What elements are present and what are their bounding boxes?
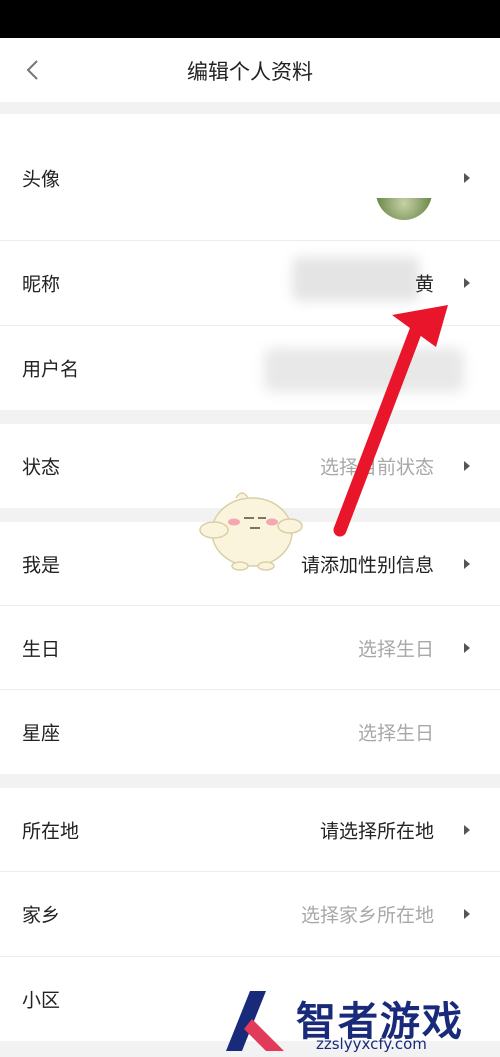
page-title: 编辑个人资料 — [187, 60, 313, 84]
nav-bar: 编辑个人资料 — [0, 38, 500, 102]
birthday-label: 生日 — [22, 638, 61, 660]
zodiac-label: 星座 — [22, 722, 61, 745]
gender-value: 请添加性别信息 — [300, 554, 434, 576]
chevron-right-icon — [464, 558, 470, 569]
community-row[interactable]: 小区 — [0, 957, 500, 1041]
city-label: 所在地 — [22, 820, 80, 842]
username-row[interactable]: 用户名 — [0, 326, 500, 410]
username-label: 用户名 — [22, 358, 80, 381]
zodiac-row: 星座 选择生日 — [0, 690, 500, 774]
status-section: 状态 选择目前状态 — [0, 424, 500, 508]
chevron-right-icon — [464, 824, 470, 835]
chevron-right-icon — [464, 461, 470, 471]
city-value: 请选择所在地 — [319, 820, 434, 842]
city-row[interactable]: 所在地 请选择所在地 — [0, 788, 500, 872]
profile-section: 头像 昵称 黄 用户名 — [0, 114, 500, 410]
chevron-right-icon — [464, 642, 470, 653]
username-blur — [264, 348, 464, 392]
zodiac-value: 选择生日 — [357, 722, 434, 745]
community-label: 小区 — [22, 989, 61, 1012]
nickname-row[interactable]: 昵称 黄 — [0, 241, 500, 326]
birthday-value: 选择生日 — [357, 638, 434, 660]
gender-label: 我是 — [22, 554, 61, 576]
chevron-right-icon — [464, 278, 470, 288]
personal-section: 我是 请添加性别信息 生日 选择生日 星座 选择生日 — [0, 522, 500, 774]
nickname-label: 昵称 — [22, 273, 61, 296]
status-value: 选择目前状态 — [319, 456, 434, 479]
avatar-label: 头像 — [22, 168, 61, 191]
nickname-value: 黄 — [414, 273, 434, 296]
avatar-row[interactable]: 头像 — [0, 114, 500, 241]
status-label: 状态 — [22, 456, 61, 479]
chevron-right-icon — [464, 173, 470, 183]
location-section: 所在地 请选择所在地 家乡 选择家乡所在地 小区 — [0, 788, 500, 1041]
hometown-value: 选择家乡所在地 — [300, 904, 434, 927]
hometown-row[interactable]: 家乡 选择家乡所在地 — [0, 872, 500, 957]
birthday-row[interactable]: 生日 选择生日 — [0, 606, 500, 690]
status-row[interactable]: 状态 选择目前状态 — [0, 424, 500, 508]
gender-row[interactable]: 我是 请添加性别信息 — [0, 522, 500, 606]
hometown-label: 家乡 — [22, 904, 61, 927]
chevron-right-icon — [464, 909, 470, 919]
status-bar — [0, 0, 500, 38]
nickname-blur — [292, 257, 420, 301]
avatar — [376, 198, 432, 220]
